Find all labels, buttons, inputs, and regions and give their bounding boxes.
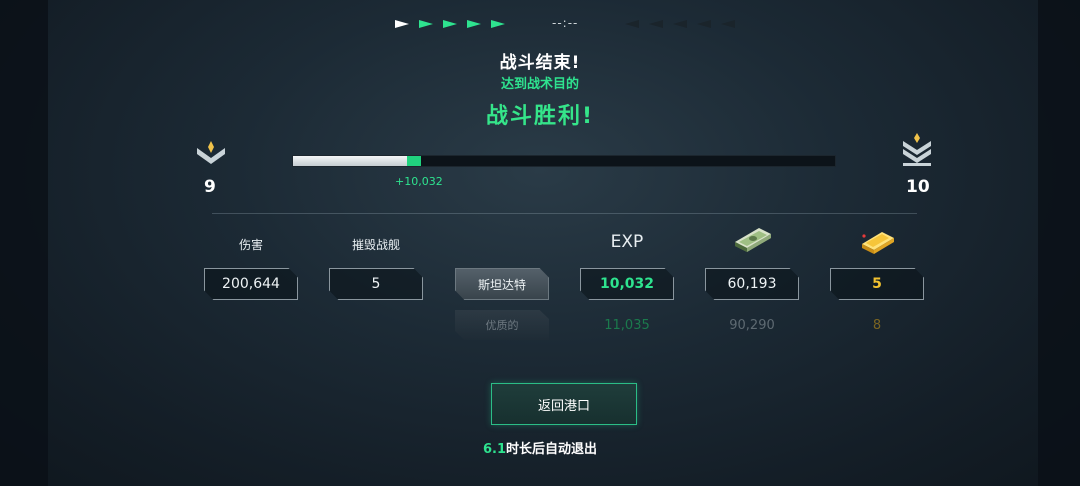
premium-exp-value: 11,035 bbox=[604, 317, 650, 333]
team-indicator-enemy bbox=[625, 20, 639, 28]
gold-value: 5 bbox=[830, 268, 924, 300]
auto-exit-notice: 6.1时长后自动退出 bbox=[0, 438, 1080, 457]
victory-text: 战斗胜利! bbox=[485, 104, 595, 129]
team-indicator-enemy bbox=[721, 20, 735, 28]
rank-chevron-icon bbox=[194, 138, 228, 172]
gold-bar-icon bbox=[858, 228, 898, 260]
objective-subtitle: 达到战术目的 bbox=[500, 77, 579, 92]
indicator-shape bbox=[395, 20, 409, 28]
standard-tier-label: 斯坦达特 bbox=[455, 268, 549, 300]
divider bbox=[212, 213, 917, 214]
experience-bar-gain bbox=[407, 156, 421, 166]
cash-icon bbox=[733, 228, 773, 260]
match-timer: --:-- bbox=[552, 16, 579, 30]
indicator-shape bbox=[491, 20, 505, 28]
destroyed-header: 摧毁战舰 bbox=[351, 238, 400, 252]
team-indicator-enemy bbox=[649, 20, 663, 28]
next-level: 10 bbox=[906, 177, 930, 197]
experience-bar-fill bbox=[293, 156, 407, 166]
team-indicator-ally bbox=[467, 20, 481, 28]
indicator-shape bbox=[419, 20, 433, 28]
experience-gain-label: +10,032 bbox=[395, 175, 443, 188]
damage-value: 200,644 bbox=[204, 268, 298, 300]
current-level: 9 bbox=[204, 177, 216, 197]
team-indicator-ally bbox=[491, 20, 505, 28]
return-to-port-button[interactable]: 返回港口 bbox=[491, 383, 637, 425]
indicator-shape bbox=[467, 20, 481, 28]
rank-double-chevron-icon bbox=[900, 133, 934, 167]
auto-exit-text: 时长后自动退出 bbox=[506, 442, 598, 457]
exp-header: EXP bbox=[610, 232, 644, 252]
auto-exit-countdown: 6.1 bbox=[482, 442, 506, 457]
indicator-shape bbox=[443, 20, 457, 28]
credits-value: 60,193 bbox=[705, 268, 799, 300]
destroyed-value: 5 bbox=[329, 268, 423, 300]
team-indicator-ally bbox=[419, 20, 433, 28]
exp-value: 10,032 bbox=[580, 268, 674, 300]
premium-tier-label: 优质的 bbox=[455, 310, 549, 340]
battle-over-title: 战斗结束! bbox=[499, 53, 581, 73]
team-indicator-ally bbox=[443, 20, 457, 28]
premium-credits-value: 90,290 bbox=[729, 317, 775, 333]
experience-bar bbox=[292, 155, 836, 167]
premium-gold-value: 8 bbox=[872, 317, 882, 333]
team-indicator-enemy bbox=[697, 20, 711, 28]
team-indicators: --:-- bbox=[395, 16, 740, 32]
team-indicator-enemy bbox=[673, 20, 687, 28]
damage-header: 伤害 bbox=[238, 238, 263, 252]
team-indicator-ally bbox=[395, 20, 409, 28]
